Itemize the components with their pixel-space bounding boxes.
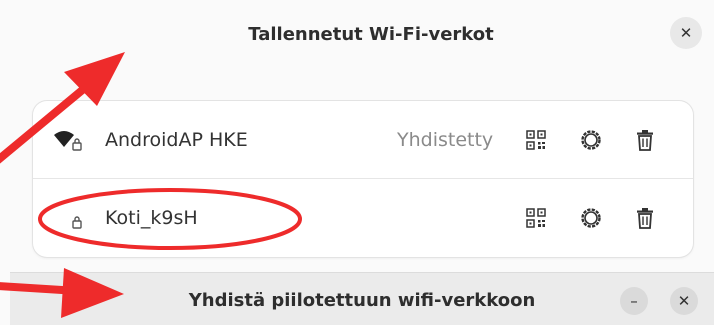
close-icon: ✕ [679, 24, 693, 42]
lock-icon [72, 216, 82, 229]
network-name: Koti_k9sH [105, 207, 198, 229]
network-status: Yhdistetty [397, 129, 494, 151]
gear-icon [581, 208, 601, 228]
trash-icon [637, 130, 653, 151]
network-row-androidap[interactable]: AndroidAP HKE Yhdistetty [33, 101, 693, 179]
hidden-network-title: Yhdistä piilotettuun wifi-verkkoon [188, 290, 536, 311]
hidden-network-close-button[interactable]: ✕ [670, 287, 698, 315]
dialog-close-button[interactable]: ✕ [670, 17, 702, 49]
saved-networks-list: AndroidAP HKE Yhdistetty Koti_k9sH [33, 101, 693, 257]
forget-network-button[interactable] [630, 125, 660, 155]
dialog-title: Tallennetut Wi-Fi-verkot [248, 24, 494, 45]
network-settings-button[interactable] [576, 203, 606, 233]
network-row-koti[interactable]: Koti_k9sH [33, 179, 693, 257]
qr-code-button[interactable] [521, 203, 551, 233]
gear-icon [581, 130, 601, 150]
network-name: AndroidAP HKE [105, 129, 248, 151]
qr-code-icon [526, 130, 546, 150]
qr-code-icon [526, 208, 546, 228]
minimize-button[interactable]: – [620, 287, 648, 315]
forget-network-button[interactable] [630, 203, 660, 233]
wifi-signal-icon [54, 131, 82, 151]
dialog-header: Tallennetut Wi-Fi-verkot ✕ [28, 0, 714, 72]
hidden-network-bar: Yhdistä piilotettuun wifi-verkkoon – ✕ [10, 272, 714, 325]
trash-icon [637, 208, 653, 229]
qr-code-button[interactable] [521, 125, 551, 155]
screenshot-stage: Tallennetut Wi-Fi-verkot ✕ AndroidAP HKE… [0, 0, 714, 325]
network-settings-button[interactable] [576, 125, 606, 155]
close-icon: ✕ [677, 292, 691, 310]
minimize-icon: – [630, 292, 638, 310]
